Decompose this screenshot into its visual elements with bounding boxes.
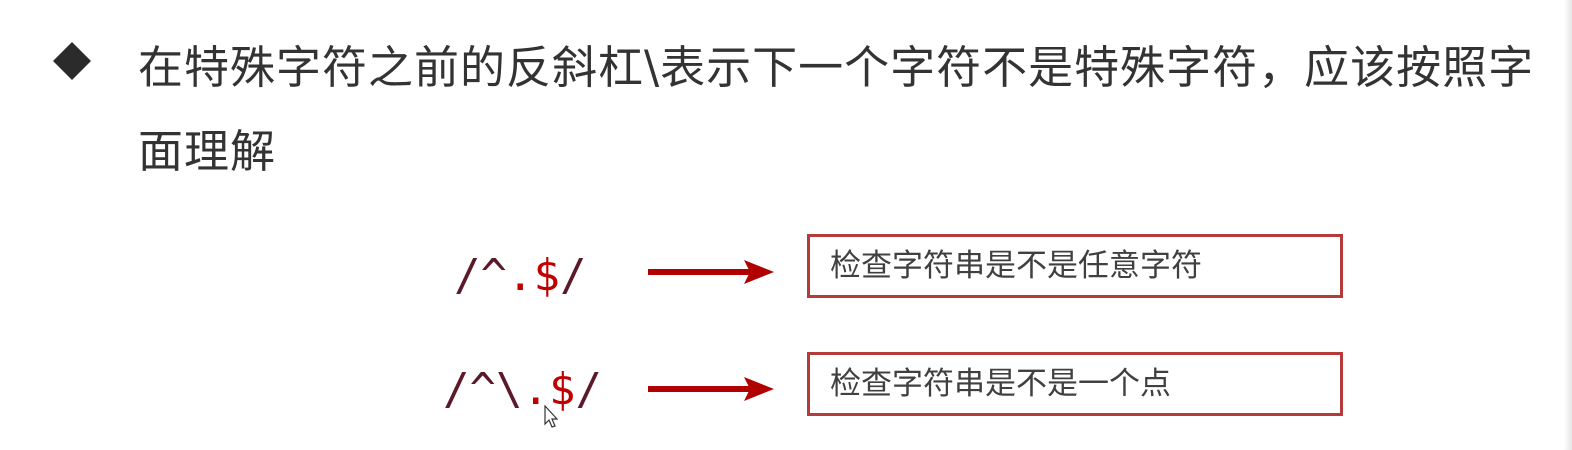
diamond-bullet-icon — [53, 42, 91, 80]
right-arrow-icon — [648, 260, 774, 284]
bullet-text: 在特殊字符之前的反斜杠\表示下一个字符不是特殊字符，应该按照字面理解 — [138, 41, 1535, 178]
regex-special: .$ — [506, 250, 560, 301]
description-box-2: 检查字符串是不是一个点 — [807, 352, 1343, 416]
description-box-1: 检查字符串是不是任意字符 — [807, 234, 1343, 298]
right-arrow-icon — [648, 377, 774, 401]
regex-prefix: /^\ — [443, 364, 523, 415]
slide-edge-shadow — [1564, 0, 1572, 450]
mouse-cursor-icon — [544, 405, 558, 428]
regex-suffix: / — [575, 364, 602, 415]
regex-example-1: /^.$/ — [454, 248, 586, 304]
regex-suffix: / — [559, 250, 587, 301]
regex-prefix: /^ — [454, 250, 507, 301]
regex-example-2: /^\.$/ — [443, 362, 602, 418]
slide: 在特殊字符之前的反斜杠\表示下一个字符不是特殊字符，应该按照字面理解 /^.$/… — [0, 0, 1572, 450]
